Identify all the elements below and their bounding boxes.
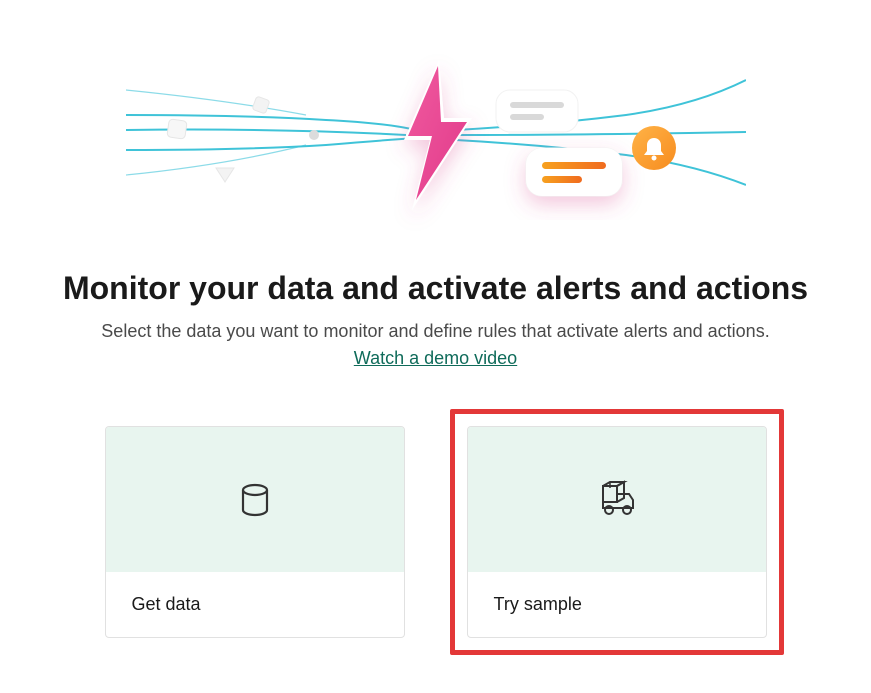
- highlight-frame: Try sample: [450, 409, 784, 655]
- hero-illustration: [126, 20, 746, 240]
- watch-demo-link[interactable]: Watch a demo video: [354, 348, 517, 369]
- page-subheading: Select the data you want to monitor and …: [101, 321, 769, 342]
- get-data-card[interactable]: Get data: [105, 426, 405, 638]
- database-icon: [231, 476, 279, 524]
- chat-lines-icon: [496, 90, 578, 132]
- try-sample-label: Try sample: [494, 594, 582, 614]
- page-heading: Monitor your data and activate alerts an…: [63, 270, 808, 307]
- delivery-truck-icon: [593, 476, 641, 524]
- get-data-label: Get data: [132, 594, 201, 614]
- cards-row: Get data: [88, 409, 784, 655]
- bell-icon: [632, 126, 676, 170]
- try-sample-card[interactable]: Try sample: [467, 426, 767, 638]
